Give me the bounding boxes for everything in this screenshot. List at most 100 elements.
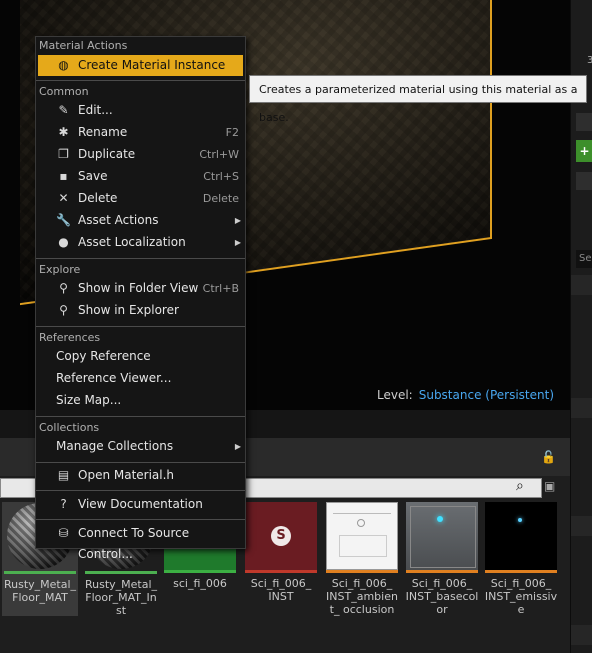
- menu-item-show-in-explorer[interactable]: ⚲ Show in Explorer: [38, 300, 243, 321]
- details-section-header[interactable]: [571, 275, 592, 295]
- section-header-common: Common: [39, 85, 89, 98]
- menu-item-label: Show in Explorer: [78, 303, 179, 317]
- asset-name: Sci_fi_006_ INST_basecolor: [405, 577, 479, 616]
- menu-item-delete[interactable]: ✕ Delete Delete: [38, 188, 243, 209]
- menu-item-connect-source-control[interactable]: ⛁ Connect To Source Control...: [38, 523, 243, 561]
- menu-item-label: Manage Collections: [56, 439, 174, 453]
- delete-icon: ✕: [58, 191, 69, 205]
- menu-item-reference-viewer[interactable]: Reference Viewer...: [38, 368, 243, 389]
- level-name: Substance (Persistent): [418, 388, 554, 402]
- menu-item-rename[interactable]: ✱ Rename F2: [38, 122, 243, 143]
- asset-thumbnail: S: [245, 502, 317, 570]
- menu-item-label: Reference Viewer...: [56, 371, 172, 385]
- menu-separator: [36, 490, 245, 491]
- blueprint-icon[interactable]: [576, 172, 592, 190]
- submenu-arrow-icon: ▶: [234, 238, 241, 247]
- shortcut-label: Delete: [202, 192, 239, 205]
- asset-type-bar: [85, 571, 157, 574]
- asset-thumbnail: [485, 502, 557, 570]
- menu-item-label: Edit...: [78, 103, 113, 117]
- level-label: Level:: [377, 388, 413, 402]
- asset-context-menu: Material Actions ◍ Create Material Insta…: [35, 36, 246, 561]
- rename-icon: ✱: [58, 125, 69, 139]
- level-indicator: Level: Substance (Persistent): [377, 388, 554, 402]
- menu-item-label: Show in Folder View: [78, 281, 199, 295]
- save-icon: ▪: [59, 169, 68, 183]
- menu-item-label: Duplicate: [78, 147, 136, 161]
- magnifier-icon: ⚲: [59, 303, 68, 317]
- menu-item-asset-localization[interactable]: ● Asset Localization ▶: [38, 232, 243, 253]
- submenu-arrow-icon: ▶: [234, 442, 241, 451]
- asset-tile[interactable]: S Sci_fi_006_ INST: [243, 502, 319, 603]
- lock-icon[interactable]: 🔓: [541, 450, 556, 464]
- menu-item-label: Size Map...: [56, 393, 122, 407]
- globe-icon: ●: [58, 235, 69, 249]
- details-search-field[interactable]: Se: [576, 250, 592, 268]
- asset-tile[interactable]: Sci_fi_006_ INST_ambient_ occlusion: [324, 502, 400, 616]
- add-component-button[interactable]: +: [576, 140, 592, 162]
- pencil-icon: ✎: [58, 103, 69, 117]
- menu-item-open-material-h[interactable]: ▤ Open Material.h: [38, 465, 243, 486]
- menu-item-view-documentation[interactable]: ? View Documentation: [38, 494, 243, 515]
- code-file-icon: ▤: [57, 468, 70, 482]
- details-section-header[interactable]: [571, 516, 592, 536]
- asset-tile[interactable]: Sci_fi_006_ INST_emissive: [483, 502, 559, 616]
- menu-item-manage-collections[interactable]: Manage Collections ▶: [38, 436, 243, 457]
- section-header-references: References: [39, 331, 101, 344]
- menu-separator: [36, 462, 245, 463]
- asset-thumbnail: [326, 502, 398, 570]
- details-section-header[interactable]: [571, 625, 592, 645]
- section-header-collections: Collections: [39, 421, 100, 434]
- asset-type-bar: [4, 571, 76, 574]
- search-icon[interactable]: ⌕: [516, 478, 524, 494]
- menu-item-show-in-folder-view[interactable]: ⚲ Show in Folder View Ctrl+B: [38, 278, 243, 299]
- asset-type-bar: [326, 570, 398, 573]
- save-search-icon[interactable]: ▣: [544, 479, 558, 493]
- duplicate-icon: ❐: [58, 147, 69, 161]
- asset-thumbnail: [406, 502, 478, 570]
- source-control-icon: ⛁: [58, 526, 69, 540]
- menu-item-label: Delete: [78, 191, 118, 205]
- menu-item-asset-actions[interactable]: 🔧 Asset Actions ▶: [38, 210, 243, 231]
- menu-item-label: Asset Actions: [78, 213, 159, 227]
- menu-separator: [36, 326, 245, 327]
- asset-type-bar: [164, 570, 236, 573]
- menu-separator: [36, 258, 245, 259]
- menu-separator: [36, 80, 245, 81]
- details-number: 3: [587, 55, 592, 66]
- submenu-arrow-icon: ▶: [234, 216, 241, 225]
- menu-item-label: Open Material.h: [78, 468, 175, 482]
- shortcut-label: Ctrl+W: [199, 148, 239, 161]
- asset-name: Sci_fi_006_ INST: [250, 577, 312, 603]
- asset-tile[interactable]: Sci_fi_006_ INST_basecolor: [404, 502, 480, 616]
- asset-name: Sci_fi_006_ INST_emissive: [484, 577, 558, 616]
- magnifier-icon: ⚲: [59, 281, 68, 295]
- menu-item-save[interactable]: ▪ Save Ctrl+S: [38, 166, 243, 187]
- asset-name: Rusty_Metal_ Floor_MAT_Inst: [84, 578, 158, 617]
- menu-item-create-material-instance[interactable]: ◍ Create Material Instance: [38, 55, 243, 76]
- menu-item-copy-reference[interactable]: Copy Reference: [38, 346, 243, 367]
- help-icon: ?: [60, 497, 67, 511]
- shortcut-label: F2: [225, 126, 239, 139]
- menu-item-label: Save: [78, 169, 108, 183]
- asset-name: Rusty_Metal_ Floor_MAT: [3, 578, 77, 604]
- menu-item-label: Connect To Source Control...: [78, 526, 190, 561]
- menu-item-duplicate[interactable]: ❐ Duplicate Ctrl+W: [38, 144, 243, 165]
- details-section-header[interactable]: [571, 398, 592, 418]
- menu-item-label: Copy Reference: [56, 349, 151, 363]
- menu-item-label: Create Material Instance: [78, 58, 226, 72]
- material-instance-icon: ◍: [58, 58, 69, 72]
- asset-type-bar: [245, 570, 317, 573]
- menu-item-edit[interactable]: ✎ Edit...: [38, 100, 243, 121]
- home-icon[interactable]: [576, 113, 592, 131]
- shortcut-label: Ctrl+B: [202, 282, 239, 295]
- wrench-icon: 🔧: [56, 213, 71, 227]
- substance-logo-icon: S: [271, 526, 291, 546]
- asset-name: sci_fi_006: [173, 577, 227, 590]
- asset-name: Sci_fi_006_ INST_ambient_ occlusion: [326, 577, 398, 616]
- menu-item-label: View Documentation: [78, 497, 203, 511]
- section-header-material-actions: Material Actions: [39, 39, 128, 52]
- menu-item-label: Rename: [78, 125, 128, 139]
- shortcut-label: Ctrl+S: [203, 170, 239, 183]
- menu-item-size-map[interactable]: Size Map...: [38, 390, 243, 411]
